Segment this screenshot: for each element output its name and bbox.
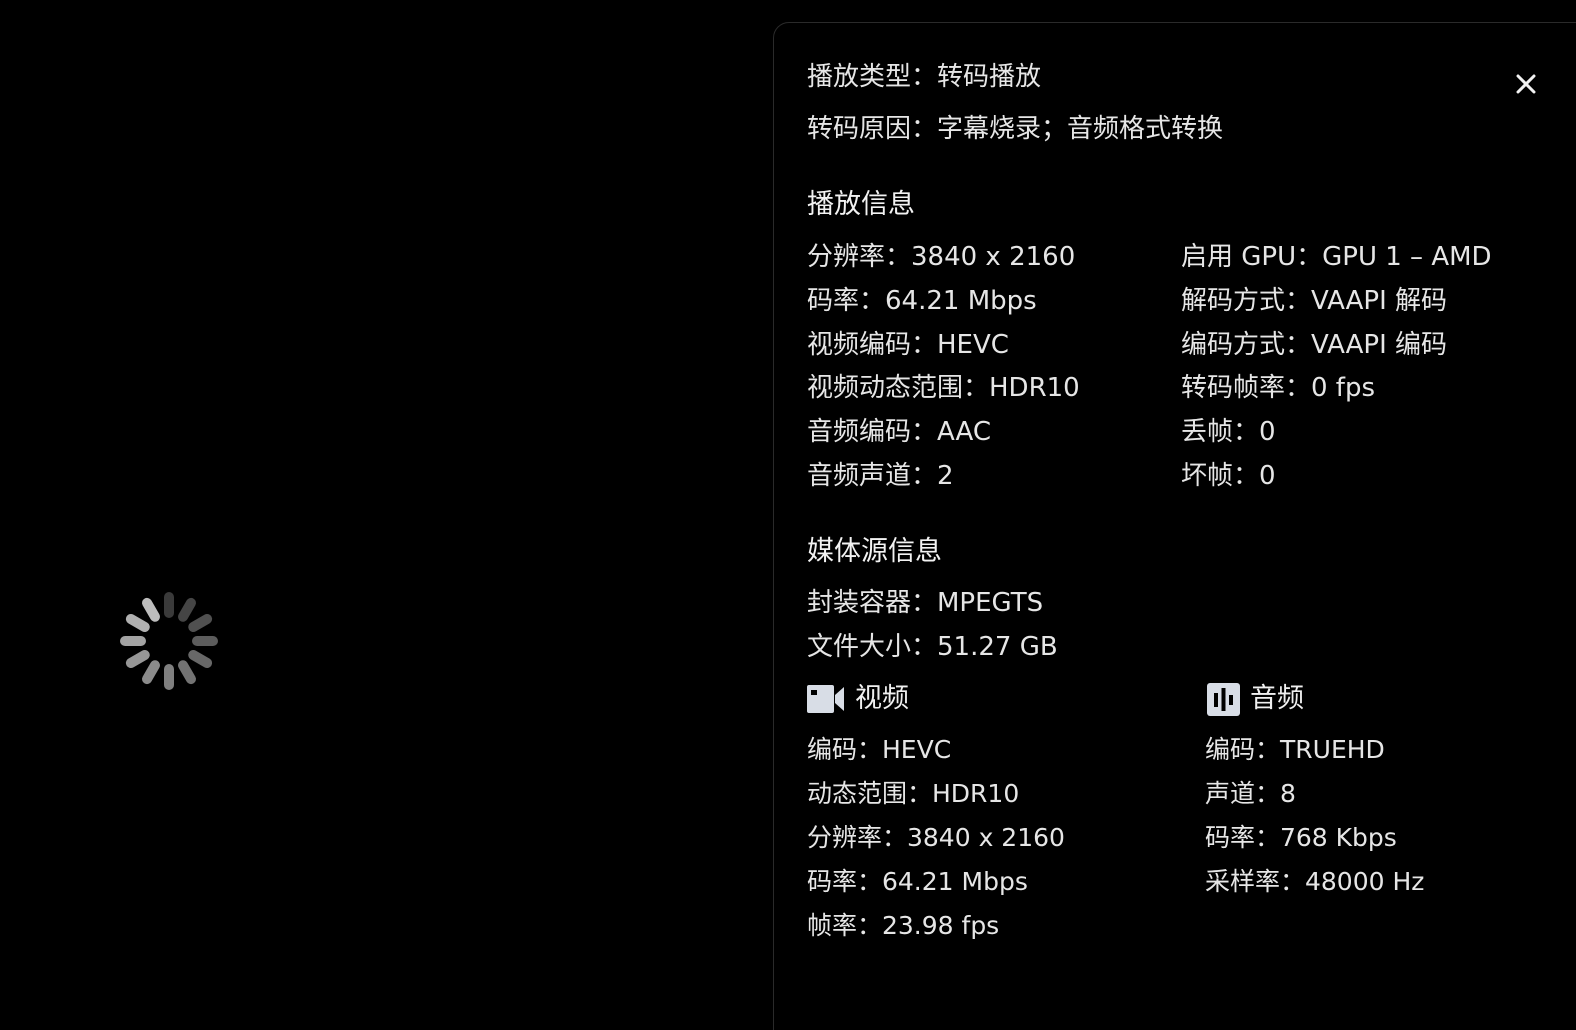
close-icon <box>1516 74 1536 94</box>
audio-section-heading: 音频 <box>1207 682 1304 716</box>
playback-info-row: 坏帧：0 <box>1181 461 1276 491</box>
playback-info-row: 解码方式：VAAPI 解码 <box>1181 286 1448 316</box>
audio-wave-icon <box>1207 682 1240 716</box>
playback-info-row: 音频声道：2 <box>807 461 954 491</box>
playback-info-row: 视频动态范围：HDR10 <box>807 373 1080 403</box>
video-section-title: 视频 <box>855 683 909 714</box>
audio-info-row: 声道：8 <box>1205 779 1296 808</box>
playback-info-row: 码率：64.21 Mbps <box>807 286 1037 316</box>
video-info-row: 码率：64.21 Mbps <box>807 867 1028 896</box>
video-camera-icon <box>807 685 844 713</box>
playback-info-row: 转码帧率：0 fps <box>1181 373 1376 403</box>
playback-info-row: 启用 GPU：GPU 1 – AMD <box>1181 242 1492 272</box>
playback-info-row: 丢帧：0 <box>1181 417 1276 447</box>
close-button[interactable] <box>1512 70 1540 98</box>
media-source-heading: 媒体源信息 <box>807 536 942 567</box>
video-info-row: 帧率：23.98 fps <box>807 911 1000 940</box>
video-info-row: 编码：HEVC <box>807 735 952 764</box>
player-stage: 播放类型：转码播放 转码原因：字幕烧录；音频格式转换 播放信息 分辨率：3840… <box>0 0 1576 1030</box>
playback-info-heading: 播放信息 <box>807 189 915 220</box>
video-section-heading: 视频 <box>807 682 909 716</box>
loading-spinner-icon <box>120 592 218 690</box>
video-info-row: 分辨率：3840 x 2160 <box>807 823 1065 852</box>
play-type: 播放类型：转码播放 <box>807 62 1042 92</box>
media-source-row: 封装容器：MPEGTS <box>807 588 1044 618</box>
transcode-reason: 转码原因：字幕烧录；音频格式转换 <box>807 114 1224 144</box>
playback-info-row: 视频编码：HEVC <box>807 330 1009 360</box>
video-info-row: 动态范围：HDR10 <box>807 779 1020 808</box>
media-source-row: 文件大小：51.27 GB <box>807 632 1058 662</box>
playback-info-row: 音频编码：AAC <box>807 417 991 447</box>
audio-info-row: 码率：768 Kbps <box>1205 823 1397 852</box>
audio-info-row: 编码：TRUEHD <box>1205 735 1385 764</box>
audio-section-title: 音频 <box>1250 683 1304 714</box>
playback-info-row: 分辨率：3840 x 2160 <box>807 242 1076 272</box>
playback-info-row: 编码方式：VAAPI 编码 <box>1181 330 1448 360</box>
audio-info-row: 采样率：48000 Hz <box>1205 867 1425 896</box>
